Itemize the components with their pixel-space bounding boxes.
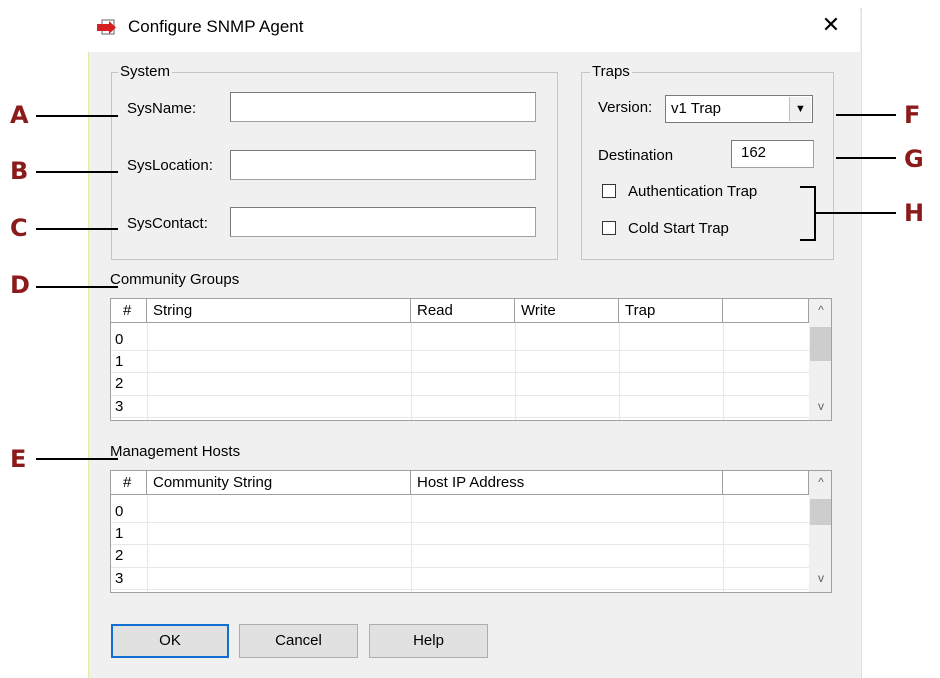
callout-c: C [10,214,28,242]
management-hosts-title: Management Hosts [110,443,241,460]
grid-line [111,589,809,590]
table-row[interactable]: 0 [115,503,123,520]
grid-line [111,372,809,373]
management-hosts-scrollbar[interactable]: ^ v [809,471,831,592]
table-row[interactable]: 3 [115,398,123,415]
scroll-up-icon[interactable]: ^ [809,303,831,317]
callout-h: H [904,199,925,227]
callout-d: D [10,271,30,299]
callout-line-f [836,114,896,116]
grid-line [111,350,809,351]
version-value: v1 Trap [671,100,722,117]
callout-f: F [904,101,921,129]
column-header[interactable]: Community String [147,471,411,495]
version-select[interactable]: v1 Trap ▼ [665,95,813,123]
cold-start-checkbox[interactable] [602,221,616,235]
traps-legend: Traps [590,63,632,80]
callout-line-c [36,228,118,230]
sysname-label: SysName: [127,100,197,117]
column-header[interactable]: Host IP Address [411,471,723,495]
grid-line [111,567,809,568]
scroll-thumb[interactable] [810,327,831,361]
auth-trap-checkbox[interactable] [602,184,616,198]
grid-line [111,395,809,396]
callout-line-h [816,212,896,214]
syslocation-input[interactable] [230,150,536,180]
column-header[interactable]: String [147,299,411,323]
version-label: Version: [598,99,653,116]
column-header-empty [723,471,809,495]
auth-trap-label[interactable]: Authentication Trap [628,183,757,200]
table-row[interactable]: 1 [115,525,123,542]
syslocation-label: SysLocation: [127,157,213,174]
callout-line-a [36,115,118,117]
window-title: Configure SNMP Agent [128,17,304,36]
column-header[interactable]: Write [515,299,619,323]
column-header[interactable]: Trap [619,299,723,323]
snmp-agent-icon [97,19,116,35]
community-groups-table[interactable]: # String Read Write Trap 0 1 2 3 ^ v [110,298,832,421]
column-header[interactable]: # [111,471,147,495]
cold-start-label[interactable]: Cold Start Trap [628,220,729,237]
table-row[interactable]: 1 [115,353,123,370]
table-row[interactable]: 0 [115,331,123,348]
column-header[interactable]: # [111,299,147,323]
syscontact-input[interactable] [230,207,536,237]
grid-line [111,544,809,545]
close-icon[interactable]: ✕ [818,13,844,37]
scroll-down-icon[interactable]: v [809,399,831,413]
ok-button[interactable]: OK [111,624,229,658]
grid-line [111,522,809,523]
syscontact-label: SysContact: [127,215,208,232]
table-row[interactable]: 2 [115,547,123,564]
grid-line [111,417,809,418]
sysname-input[interactable] [230,92,536,122]
callout-bracket-bottom [800,239,816,241]
column-header-empty [723,299,809,323]
callout-a: A [10,101,29,129]
help-button[interactable]: Help [369,624,488,658]
chevron-down-icon[interactable]: ▼ [789,97,811,121]
callout-e: E [10,445,27,473]
scroll-up-icon[interactable]: ^ [809,475,831,489]
management-hosts-table[interactable]: # Community String Host IP Address 0 1 2… [110,470,832,593]
column-header[interactable]: Read [411,299,515,323]
system-legend: System [118,63,173,80]
table-row[interactable]: 3 [115,570,123,587]
callout-line-g [836,157,896,159]
community-groups-title: Community Groups [110,271,240,288]
scroll-thumb[interactable] [810,499,831,525]
callout-line-d [36,286,118,288]
callout-g: G [904,145,924,173]
callout-line-e [36,458,118,460]
destination-label: Destination [598,147,674,164]
callout-line-b [36,171,118,173]
table-row[interactable]: 2 [115,375,123,392]
community-groups-scrollbar[interactable]: ^ v [809,299,831,420]
destination-input[interactable]: 162 [731,140,814,168]
callout-b: B [10,157,29,185]
scroll-down-icon[interactable]: v [809,571,831,585]
cancel-button[interactable]: Cancel [239,624,358,658]
